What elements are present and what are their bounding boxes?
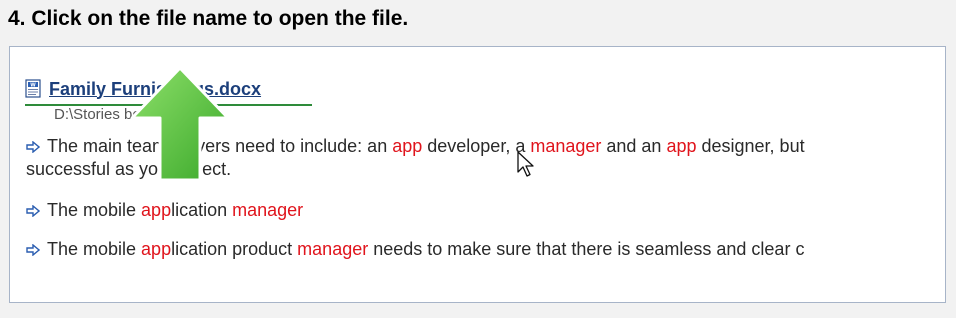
search-term-highlight: manager [297,239,369,259]
search-term-highlight: manager [232,200,304,220]
svg-text:W: W [30,82,36,88]
word-document-icon: W [25,79,41,98]
snippet-run: The mobile [47,200,142,220]
green-up-arrow-icon [130,66,230,182]
snippet-run: lication [171,200,233,220]
search-term-highlight: app [141,239,172,259]
search-term-highlight: manager [530,136,602,156]
blue-arrow-bullet-icon [26,244,40,256]
search-term-highlight: app [392,136,423,156]
snippet-line: The mobile application product manager n… [26,239,804,260]
instruction-title: 4. Click on the file name to open the fi… [8,7,409,30]
snippet-run: needs to make sure that there is seamles… [368,239,805,259]
snippet-line: The mobile application manager [26,200,303,221]
snippet-run: The mobile [47,239,142,259]
snippet-run: lication product [171,239,298,259]
snippet-text: The mobile application product manager n… [47,239,804,259]
blue-arrow-bullet-icon [26,205,40,217]
snippet-run: designer, but [696,136,805,156]
search-term-highlight: app [141,200,172,220]
snippet-run: and an [601,136,667,156]
blue-arrow-bullet-icon [26,141,40,153]
snippet-text: The mobile application manager [47,200,303,220]
snippet-run: developer, a [422,136,531,156]
search-term-highlight: app [666,136,697,156]
mouse-pointer-icon [517,151,534,177]
